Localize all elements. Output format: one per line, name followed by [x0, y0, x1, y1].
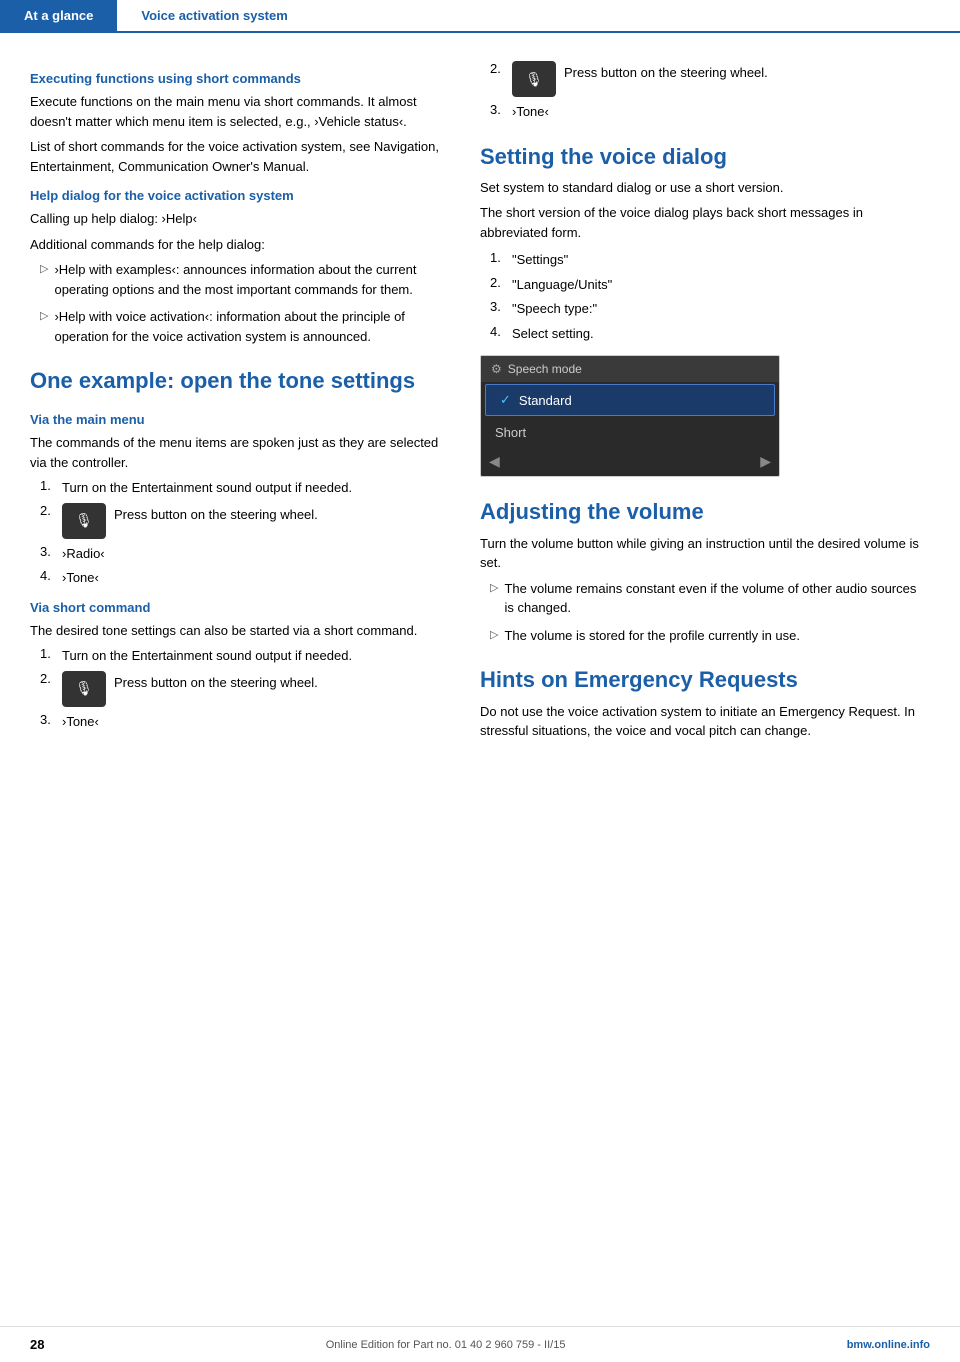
right-step-2-num: 2. [490, 61, 512, 76]
section-example-heading: One example: open the tone settings [30, 368, 440, 394]
vd-step-3-num: 3. [490, 299, 512, 319]
speech-mode-standard-option: ✓ Standard [485, 384, 775, 416]
vd-step-2-text: "Language/Units" [512, 275, 612, 295]
bullet-arrow-icon-1: ▷ [40, 262, 48, 299]
step-5: 1. Turn on the Entertainment sound outpu… [30, 646, 440, 666]
step-4: 4. ›Tone‹ [30, 568, 440, 588]
vd-step-1-text: "Settings" [512, 250, 568, 270]
step-6-text: Press button on the steering wheel. [114, 671, 318, 693]
tab-voice-activation[interactable]: Voice activation system [117, 0, 311, 31]
vd-step-2-num: 2. [490, 275, 512, 295]
vd-step-4: 4. Select setting. [480, 324, 920, 344]
page-footer: 28 Online Edition for Part no. 01 40 2 9… [0, 1326, 960, 1362]
section-voice-dialog-heading: Setting the voice dialog [480, 144, 920, 170]
step-3-num: 3. [40, 544, 62, 564]
step-7-num: 3. [40, 712, 62, 732]
main-content: Executing functions using short commands… [0, 33, 960, 767]
speech-mode-display: ⚙ Speech mode ✓ Standard Short ◀ ▶ [480, 355, 780, 477]
right-step-3-num: 3. [490, 102, 512, 122]
volume-bullet-2-text: The volume is stored for the profile cur… [504, 626, 800, 646]
footer-logo: bmw.online.info [847, 1339, 930, 1351]
bullet-arrow-icon-2: ▷ [40, 309, 48, 346]
step-7: 3. ›Tone‹ [30, 712, 440, 732]
right-step-3: 3. ›Tone‹ [480, 102, 920, 122]
step-4-num: 4. [40, 568, 62, 588]
section-main-menu-para: The commands of the menu items are spoke… [30, 433, 440, 472]
step-2-text: Press button on the steering wheel. [114, 503, 318, 525]
steering-wheel-button-icon-1: 🎙 [62, 503, 106, 539]
section-short-command-para: The desired tone settings can also be st… [30, 621, 440, 641]
step-5-num: 1. [40, 646, 62, 666]
step-6-num: 2. [40, 671, 62, 686]
help-bullet-1-text: ›Help with examples‹: announces informat… [54, 260, 440, 299]
volume-bullet-arrow-1: ▷ [490, 581, 498, 618]
speech-mode-short-option: Short [481, 418, 779, 447]
section-volume-heading: Adjusting the volume [480, 499, 920, 525]
nav-right-icon: ▶ [760, 453, 771, 470]
page-number: 28 [30, 1337, 44, 1352]
volume-bullet-2: ▷ The volume is stored for the profile c… [480, 626, 920, 646]
help-bullet-1: ▷ ›Help with examples‹: announces inform… [30, 260, 440, 299]
section-executing-heading: Executing functions using short commands [30, 71, 440, 86]
volume-bullet-1-text: The volume remains constant even if the … [504, 579, 920, 618]
section-voice-dialog-para1: Set system to standard dialog or use a s… [480, 178, 920, 198]
right-step-3-text: ›Tone‹ [512, 102, 549, 122]
step-2: 2. 🎙 Press button on the steering wheel. [30, 503, 440, 539]
section-emergency-heading: Hints on Emergency Requests [480, 667, 920, 693]
step-1: 1. Turn on the Entertainment sound outpu… [30, 478, 440, 498]
section-main-menu-heading: Via the main menu [30, 412, 440, 427]
right-step-2: 2. 🎙 Press button on the steering wheel. [480, 61, 920, 97]
footer-online-edition: Online Edition for Part no. 01 40 2 960 … [326, 1339, 566, 1351]
section-executing-para1: Execute functions on the main menu via s… [30, 92, 440, 131]
left-column: Executing functions using short commands… [0, 53, 460, 767]
checkmark-icon: ✓ [500, 392, 511, 408]
vd-step-4-num: 4. [490, 324, 512, 344]
help-bullet-2-text: ›Help with voice activation‹: informatio… [54, 307, 440, 346]
speech-mode-icon: ⚙ [491, 362, 502, 376]
section-help-dialog-heading: Help dialog for the voice activation sys… [30, 188, 440, 203]
step-5-text: Turn on the Entertainment sound output i… [62, 646, 352, 666]
section-voice-dialog-para2: The short version of the voice dialog pl… [480, 203, 920, 242]
nav-left-icon: ◀ [489, 453, 500, 470]
step-4-text: ›Tone‹ [62, 568, 99, 588]
speech-mode-standard-text: Standard [519, 393, 572, 408]
page-header: At a glance Voice activation system [0, 0, 960, 33]
speech-mode-short-text: Short [495, 425, 526, 440]
section-emergency-para: Do not use the voice activation system t… [480, 702, 920, 741]
section-executing-para2: List of short commands for the voice act… [30, 137, 440, 176]
volume-bullet-arrow-2: ▷ [490, 628, 498, 646]
step-7-text: ›Tone‹ [62, 712, 99, 732]
vd-step-3-text: "Speech type:" [512, 299, 597, 319]
steering-wheel-button-icon-3: 🎙 [512, 61, 556, 97]
tab-at-a-glance[interactable]: At a glance [0, 0, 117, 31]
vd-step-1: 1. "Settings" [480, 250, 920, 270]
speech-mode-title-bar: ⚙ Speech mode [481, 356, 779, 382]
right-column: 2. 🎙 Press button on the steering wheel.… [460, 53, 940, 767]
vd-step-1-num: 1. [490, 250, 512, 270]
step-1-text: Turn on the Entertainment sound output i… [62, 478, 352, 498]
step-3-text: ›Radio‹ [62, 544, 105, 564]
vd-step-3: 3. "Speech type:" [480, 299, 920, 319]
step-3: 3. ›Radio‹ [30, 544, 440, 564]
help-bullet-2: ▷ ›Help with voice activation‹: informat… [30, 307, 440, 346]
vd-step-4-text: Select setting. [512, 324, 594, 344]
section-short-command-heading: Via short command [30, 600, 440, 615]
step-1-num: 1. [40, 478, 62, 498]
volume-bullet-1: ▷ The volume remains constant even if th… [480, 579, 920, 618]
speech-mode-nav: ◀ ▶ [481, 447, 779, 476]
section-help-dialog-para1: Calling up help dialog: ›Help‹ [30, 209, 440, 229]
vd-step-2: 2. "Language/Units" [480, 275, 920, 295]
speech-mode-title-text: Speech mode [508, 362, 582, 376]
steering-wheel-button-icon-2: 🎙 [62, 671, 106, 707]
step-2-num: 2. [40, 503, 62, 518]
section-help-dialog-para2: Additional commands for the help dialog: [30, 235, 440, 255]
step-6: 2. 🎙 Press button on the steering wheel. [30, 671, 440, 707]
section-volume-para: Turn the volume button while giving an i… [480, 534, 920, 573]
right-step-2-text: Press button on the steering wheel. [564, 61, 768, 83]
